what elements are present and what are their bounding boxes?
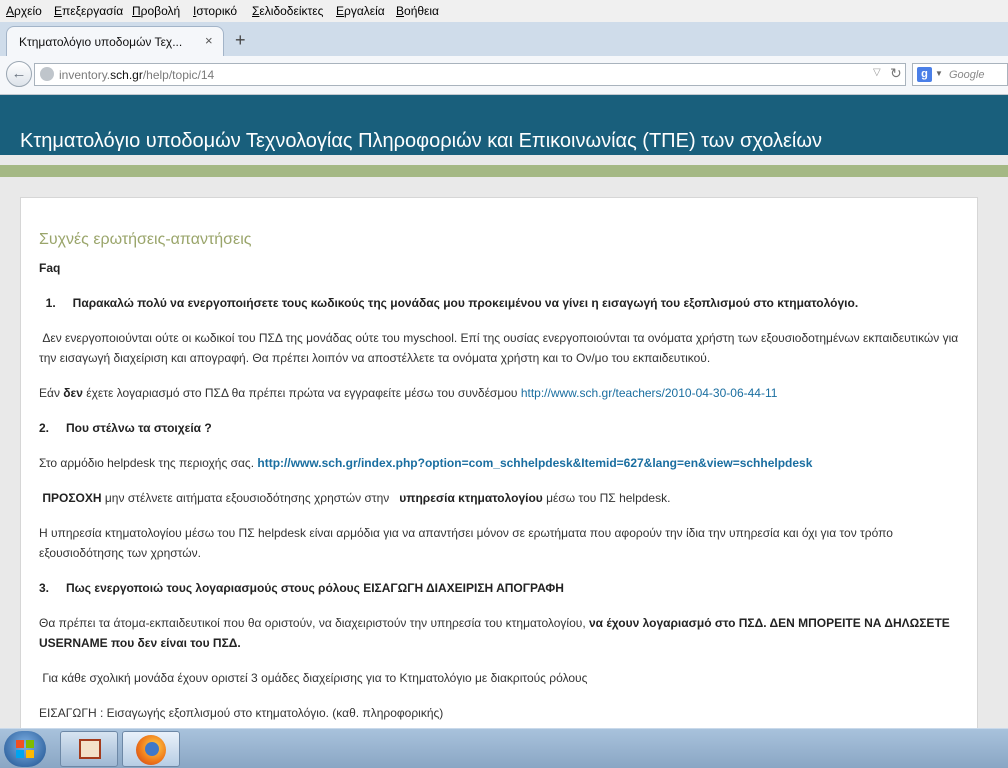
url-text: inventory.sch.gr/help/topic/14 — [59, 68, 215, 82]
question-1: 1. Παρακαλώ πολύ να ενεργοποιήσετε τους κ… — [45, 296, 859, 310]
navigation-bar: ← inventory.sch.gr/help/topic/14 ▽ ↻ g ▼… — [0, 56, 1008, 95]
firefox-icon — [136, 735, 166, 765]
taskbar-presentation-app[interactable] — [60, 731, 118, 767]
answer-2-helpdesk: Στο αρμόδιο helpdesk της περιοχής σας. h… — [39, 456, 813, 470]
tab-title: Κτηματολόγιο υποδομών Τεχ... — [19, 35, 183, 49]
taskbar-firefox[interactable] — [122, 731, 180, 767]
reload-icon[interactable]: ↻ — [890, 65, 902, 82]
tab-strip: Κτηματολόγιο υποδομών Τεχ... × — [0, 22, 1008, 56]
header-divider — [0, 165, 1008, 177]
answer-3-requirements: Θα πρέπει τα άτομα-εκπαιδευτικοί που θα … — [39, 616, 950, 650]
menu-history[interactable]: Ιστορικό — [193, 4, 237, 18]
back-arrow-icon: ← — [11, 65, 27, 82]
menu-help[interactable]: Βοήθεια — [396, 4, 439, 18]
answer-1-register: Εάν δεν έχετε λογαριασμό στο ΠΣΔ θα πρέπ… — [39, 386, 778, 400]
teachers-register-link[interactable]: http://www.sch.gr/teachers/2010-04-30-06… — [521, 386, 778, 400]
new-tab-button[interactable]: + — [235, 30, 246, 51]
answer-2-scope: Η υπηρεσία κτηματολογίου μέσω του ΠΣ hel… — [39, 526, 893, 560]
presentation-icon — [79, 739, 101, 759]
menu-file[interactable]: Αρχείο — [6, 4, 42, 18]
close-icon[interactable]: × — [205, 33, 213, 48]
answer-3-groups: Για κάθε σχολική μονάδα έχουν οριστεί 3 … — [42, 671, 588, 685]
site-title: Κτηματολόγιο υποδομών Τεχνολογίας Πληροφ… — [20, 130, 822, 152]
answer-2-warning: ΠΡΟΣΟΧΗ μην στέλνετε αιτήματα εξουσιοδότ… — [42, 491, 671, 505]
question-2: 2. Που στέλνω τα στοιχεία ? — [39, 421, 212, 435]
answer-1-paragraph: Δεν ενεργοποιούνται ούτε οι κωδικοί του … — [39, 331, 959, 365]
caret-down-icon[interactable]: ▼ — [935, 69, 943, 78]
question-3: 3. Πως ενεργοποιώ τους λογαριασμούς στους… — [39, 581, 564, 595]
search-bar[interactable]: g ▼ Google — [912, 63, 1008, 86]
answer-3-role-import: ΕΙΣΑΓΩΓΗ : Εισαγωγής εξοπλισμού στο κτημ… — [39, 706, 444, 720]
globe-icon — [40, 67, 54, 81]
menu-bookmarks[interactable]: Σελιδοδείκτες — [252, 4, 323, 18]
menu-tools[interactable]: Εργαλεία — [336, 4, 385, 18]
start-button[interactable] — [4, 731, 46, 767]
page-title: Συχνές ερωτήσεις-απαντήσεις — [39, 231, 252, 248]
windows-logo-icon — [16, 740, 34, 758]
faq-label: Faq — [39, 261, 61, 275]
google-icon[interactable]: g — [917, 67, 932, 82]
url-bar[interactable]: inventory.sch.gr/help/topic/14 ▽ ↻ — [34, 63, 906, 86]
taskbar — [0, 728, 1008, 768]
menu-view[interactable]: Προβολή — [132, 4, 180, 18]
tab-active[interactable]: Κτηματολόγιο υποδομών Τεχ... × — [6, 26, 224, 56]
faq-content: Συχνές ερωτήσεις-απαντήσεις Faq 1. Παρακα… — [39, 230, 959, 736]
site-header: Κτηματολόγιο υποδομών Τεχνολογίας Πληροφ… — [0, 95, 1008, 155]
back-button[interactable]: ← — [6, 61, 32, 87]
helpdesk-link[interactable]: http://www.sch.gr/index.php?option=com_s… — [257, 456, 812, 470]
menu-edit[interactable]: Επεξεργασία — [54, 4, 123, 18]
content-card: Συχνές ερωτήσεις-απαντήσεις Faq 1. Παρακα… — [20, 197, 978, 737]
search-placeholder: Google — [949, 69, 985, 81]
dropdown-icon[interactable]: ▽ — [873, 67, 881, 78]
menu-bar: Αρχείο Επεξεργασία Προβολή Ιστορικό Σελι… — [0, 0, 1008, 22]
